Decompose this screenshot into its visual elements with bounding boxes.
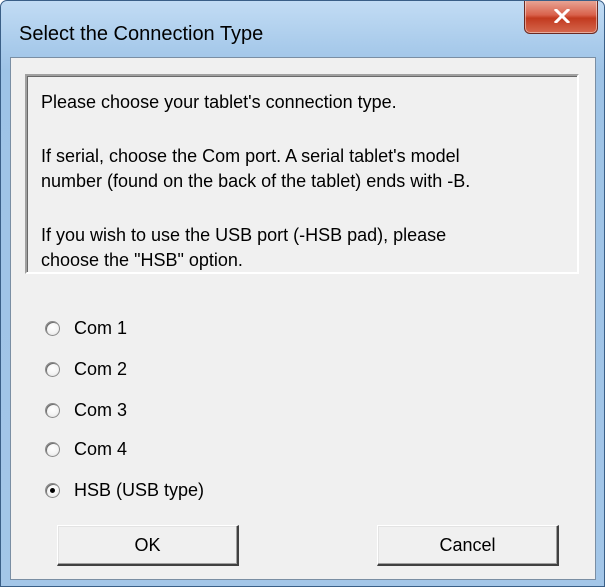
cancel-button[interactable]: Cancel [377,525,559,566]
message-line-5: choose the "HSB" option. [41,250,243,270]
message-box: Please choose your tablet's connection t… [25,74,579,274]
radio-com4[interactable]: Com 4 [45,436,127,462]
dialog-client-area: Please choose your tablet's connection t… [10,57,596,580]
message-line-1: Please choose your tablet's connection t… [41,92,397,112]
radio-button[interactable] [45,402,60,418]
radio-com2[interactable]: Com 2 [45,356,127,382]
message-line-4: If you wish to use the USB port (-HSB pa… [41,225,447,245]
radio-com3[interactable]: Com 3 [45,397,127,423]
radio-button[interactable] [45,361,60,377]
message-line-2: If serial, choose the Com port. A serial… [41,146,460,166]
radio-label[interactable]: Com 1 [74,318,127,339]
radio-label[interactable]: HSB (USB type) [74,480,204,501]
close-button[interactable] [524,1,598,34]
radio-label[interactable]: Com 2 [74,359,127,380]
close-icon [554,9,570,23]
radio-hsb[interactable]: HSB (USB type) [45,477,204,503]
radio-label[interactable]: Com 3 [74,400,127,421]
radio-button-selected[interactable] [45,482,60,498]
radio-button[interactable] [45,441,60,457]
radio-button[interactable] [45,320,60,336]
dialog-window: Select the Connection Type Please choose… [0,0,605,587]
radio-com1[interactable]: Com 1 [45,315,127,341]
radio-label[interactable]: Com 4 [74,439,127,460]
window-title: Select the Connection Type [19,23,264,45]
title-bar[interactable]: Select the Connection Type [1,1,604,57]
message-line-3: number (found on the back of the tablet)… [41,171,471,191]
ok-button[interactable]: OK [57,525,239,566]
